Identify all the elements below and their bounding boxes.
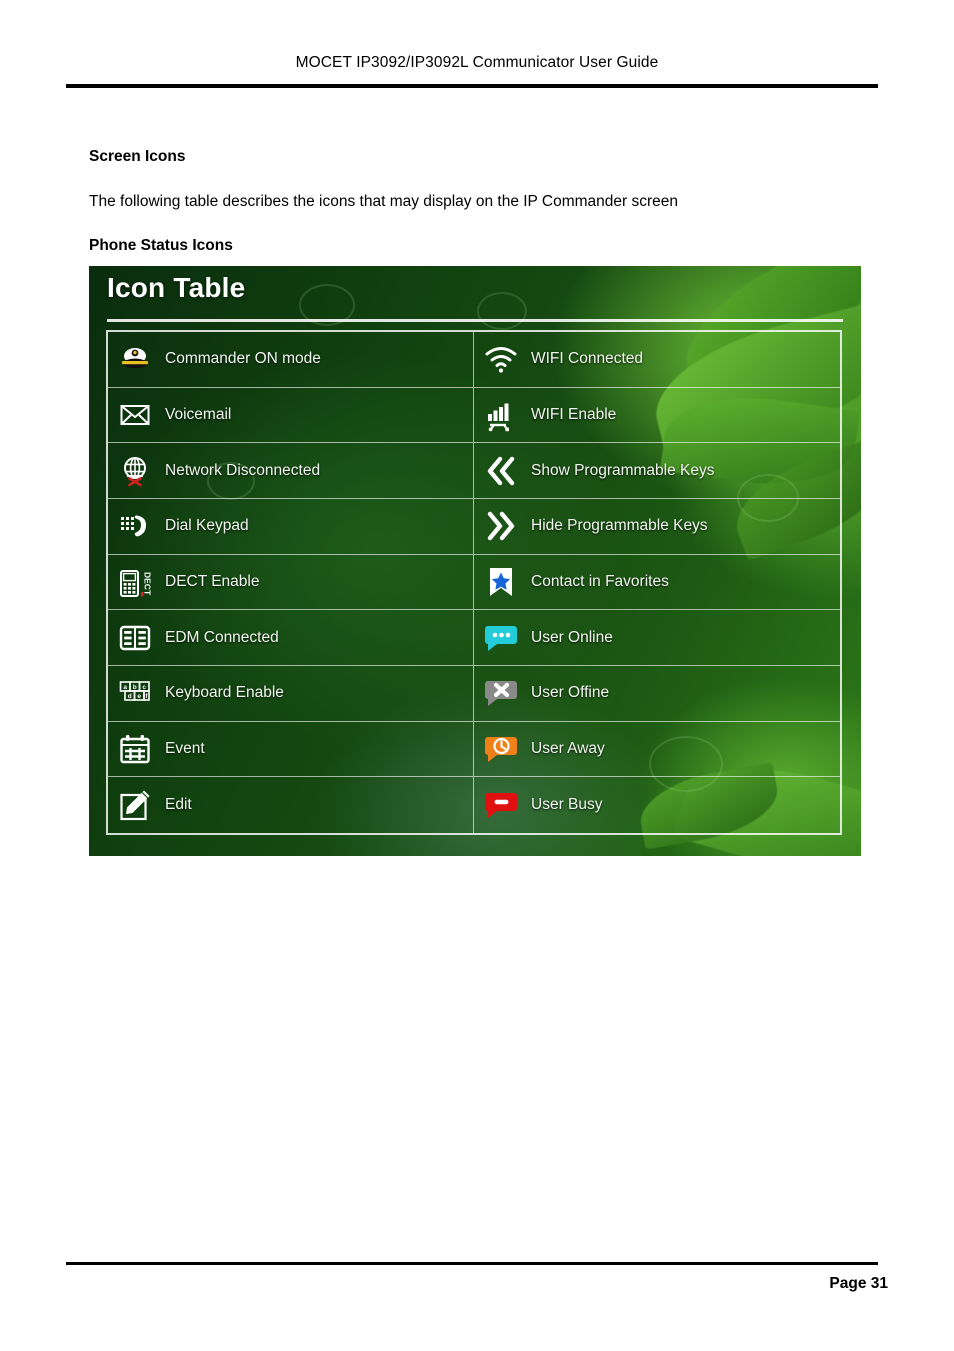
double-chevron-left-icon [484, 454, 518, 488]
dial-keypad-icon [118, 509, 152, 543]
icon-table-cell: Network Disconnected [108, 443, 474, 499]
svg-text:e: e [137, 693, 141, 700]
intro-paragraph: The following table describes the icons … [89, 193, 679, 210]
document-page: MOCET IP3092/IP3092L Communicator User G… [0, 0, 954, 1351]
event-calendar-icon [118, 732, 152, 766]
icon-table-grid: Commander ON mode WIFI Connected Voicemail… [106, 330, 842, 835]
footer-divider [66, 1262, 878, 1265]
keyboard-enable-icon: abc def [118, 676, 152, 710]
wifi-connected-icon [484, 342, 518, 376]
icon-table-cell: Event [108, 721, 474, 778]
icon-table-label: Show Programmable Keys [531, 461, 715, 479]
double-chevron-right-icon [484, 509, 518, 543]
page-number: Page 31 [829, 1275, 888, 1292]
icon-table-cell: Hide Programmable Keys [474, 499, 840, 555]
icon-table-label: User Busy [531, 796, 603, 814]
icon-table-cell: WIFI Enable [474, 388, 840, 444]
edit-pencil-icon [118, 788, 152, 822]
phone-status-icons-heading: Phone Status Icons [89, 237, 233, 254]
icon-table-label: DECT Enable [165, 572, 260, 590]
user-away-icon [484, 732, 518, 766]
svg-text:a: a [123, 684, 127, 691]
icon-table-cell: Commander ON mode [108, 332, 474, 388]
wifi-enable-icon [484, 398, 518, 432]
icon-table-label: Hide Programmable Keys [531, 517, 708, 535]
svg-text:b: b [133, 684, 137, 691]
icon-table-title: Icon Table [107, 272, 246, 303]
favorite-star-ribbon-icon [484, 565, 518, 599]
icon-table-label: Event [165, 739, 205, 757]
icon-table-cell: User Online [474, 610, 840, 666]
icon-table-label: WIFI Enable [531, 405, 617, 423]
header-divider [66, 84, 878, 88]
dect-enable-icon: DECT [118, 565, 153, 599]
commander-hat-icon [118, 342, 152, 376]
icon-table-cell: EDM Connected [108, 610, 474, 666]
icon-table-label: Network Disconnected [165, 461, 321, 479]
icon-table-label: Edit [165, 796, 192, 814]
icon-table-label: Dial Keypad [165, 517, 249, 535]
user-busy-icon [484, 788, 518, 822]
icon-table-panel: Icon Table Commander ON mode WIFI Connect… [89, 266, 861, 856]
svg-text:d: d [128, 693, 132, 700]
icon-table-cell: User Away [474, 722, 840, 778]
icon-table-cell: Dial Keypad [108, 499, 474, 555]
icon-table-cell: User Offine [474, 666, 840, 722]
bokeh-decoration [477, 292, 527, 330]
icon-table-cell: DECT DECT Enable [108, 554, 474, 611]
network-disconnected-icon [118, 454, 152, 488]
user-online-icon [484, 621, 518, 655]
icon-table-cell: WIFI Connected [474, 332, 840, 388]
screen-icons-heading: Screen Icons [89, 148, 186, 165]
title-divider [107, 319, 843, 322]
icon-table-cell: Show Programmable Keys [474, 443, 840, 499]
icon-table-label: User Online [531, 628, 613, 646]
icon-table-label: Commander ON mode [165, 350, 321, 368]
running-head: MOCET IP3092/IP3092L Communicator User G… [295, 54, 659, 71]
icon-table-label: Keyboard Enable [165, 684, 284, 702]
icon-table-label: EDM Connected [165, 628, 279, 646]
icon-table-label: User Away [531, 739, 605, 757]
svg-text:f: f [145, 693, 148, 700]
icon-table-label: Voicemail [165, 405, 232, 423]
svg-text:DECT: DECT [143, 572, 153, 596]
user-offline-icon [484, 676, 518, 710]
voicemail-envelope-icon [118, 398, 152, 432]
icon-table-cell: Voicemail [108, 387, 474, 444]
icon-table-cell: Edit [108, 777, 474, 833]
icon-table-cell: Contact in Favorites [474, 555, 840, 611]
icon-table-cell: User Busy [474, 777, 840, 833]
edm-connected-icon [118, 621, 152, 655]
icon-table-label: User Offine [531, 684, 610, 702]
icon-table-cell: a b c d e f Keyboard Enable [108, 666, 474, 722]
icon-table-label: WIFI Connected [531, 350, 643, 368]
icon-table-label: Contact in Favorites [531, 572, 669, 590]
svg-text:c: c [142, 684, 146, 691]
